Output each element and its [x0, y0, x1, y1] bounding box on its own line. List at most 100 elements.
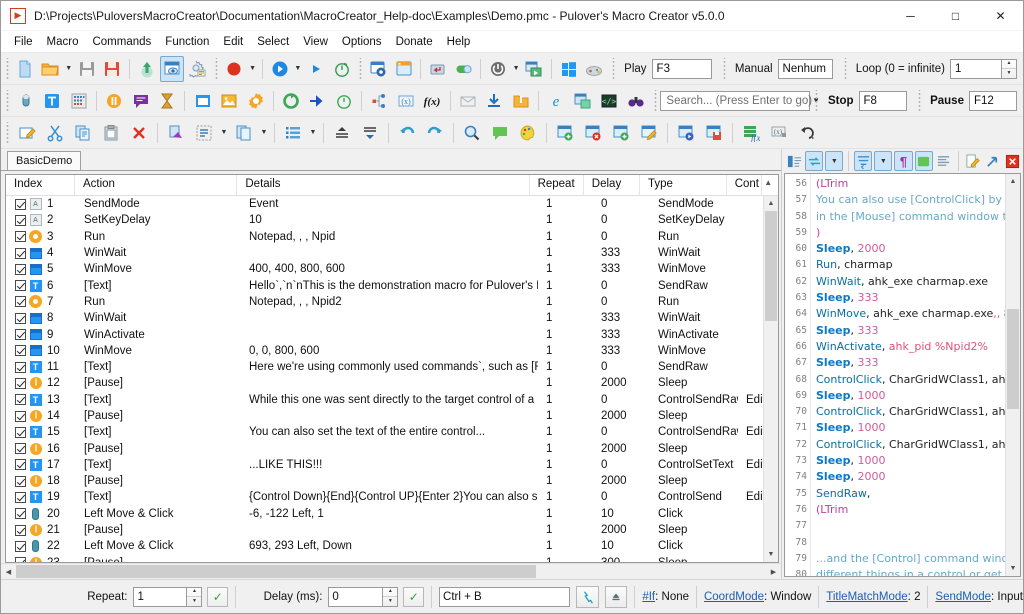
toolbar2-grip-2[interactable]	[652, 90, 659, 112]
row-type-cell[interactable]: ControlSend	[650, 491, 738, 503]
toggle-switch-button[interactable]	[452, 56, 475, 82]
grid-header-index[interactable]: Index	[6, 175, 75, 195]
row-type-cell[interactable]: SendRaw	[650, 280, 738, 292]
preview-script-button[interactable]	[160, 56, 183, 82]
toolbar-grip-4[interactable]	[610, 58, 616, 80]
code-line[interactable]: ControlClick, CharGridWClass1, ah	[811, 437, 1020, 453]
copy-button[interactable]	[70, 120, 96, 146]
power-dropdown-icon[interactable]: ▼	[511, 56, 522, 82]
row-delay-cell[interactable]: 10	[593, 508, 650, 520]
row-type-cell[interactable]: WinMove	[650, 345, 738, 357]
row-index-cell[interactable]: 10	[6, 344, 76, 357]
table-row[interactable]: 8WinWait1333WinWait	[6, 310, 778, 326]
code-scroll-track[interactable]	[1006, 189, 1020, 561]
row-delay-cell[interactable]: 0	[593, 214, 650, 226]
power-button[interactable]	[486, 56, 509, 82]
menu-item-donate[interactable]: Donate	[389, 33, 440, 51]
hourglass-command-button[interactable]	[155, 88, 179, 114]
loop-count-stepper[interactable]: ▲▼	[1002, 59, 1017, 79]
row-action-cell[interactable]: WinMove	[76, 263, 241, 275]
row-repeat-cell[interactable]: 1	[538, 508, 593, 520]
row-index-cell[interactable]: T19	[6, 491, 76, 504]
row-delay-cell[interactable]: 333	[593, 312, 650, 324]
row-delay-cell[interactable]: 300	[593, 557, 650, 562]
row-type-cell[interactable]: ControlSendRaw	[650, 394, 738, 406]
row-index-cell[interactable]: ||14	[6, 410, 76, 423]
row-index-cell[interactable]: ||21	[6, 524, 76, 537]
grid-body[interactable]: A1SendModeEvent10SendModeA2SetKeyDelay10…	[6, 196, 778, 562]
play-hotkey-input[interactable]: F3	[652, 59, 712, 79]
row-action-cell[interactable]: [Text]	[76, 280, 241, 292]
hscroll-track[interactable]	[16, 564, 766, 579]
row-enabled-checkbox[interactable]	[15, 508, 26, 519]
duplicate-dropdown-icon[interactable]: ▼	[258, 120, 270, 146]
sendmode-link[interactable]: SendMode	[935, 591, 991, 603]
table-row[interactable]: T11[Text]Here we're using commonly used …	[6, 359, 778, 375]
table-row[interactable]: 7RunNotepad, , , Npid210Run	[6, 294, 778, 310]
grid-horizontal-scrollbar[interactable]: ◀ ▶	[1, 563, 781, 579]
manual-hotkey-input[interactable]: Nenhum	[778, 59, 833, 79]
toolbar3-grip[interactable]	[4, 122, 11, 144]
row-index-cell[interactable]: T17	[6, 458, 76, 471]
hotkey-picker-button[interactable]	[576, 586, 599, 608]
repeat-input[interactable]: 1	[133, 587, 187, 607]
grid-header-repeat[interactable]: Repeat	[530, 175, 584, 195]
row-action-cell[interactable]: Left Move & Click	[76, 508, 241, 520]
code-line[interactable]: different things in a control or get i	[811, 567, 1020, 576]
menu-item-macro[interactable]: Macro	[40, 33, 86, 51]
table-row[interactable]: A1SendModeEvent10SendMode	[6, 196, 778, 212]
loop-count-input[interactable]: 1	[950, 59, 1002, 79]
row-details-cell[interactable]: {Control Down}{End}{Control UP}{Enter 2}…	[241, 491, 538, 503]
row-details-cell[interactable]: Event	[241, 198, 538, 210]
move-down-button[interactable]	[357, 120, 383, 146]
row-enabled-checkbox[interactable]	[15, 313, 26, 324]
code-line[interactable]: ...and the [Control] command wind	[811, 551, 1020, 567]
open-file-dropdown-icon[interactable]: ▼	[63, 56, 74, 82]
status-sendmode[interactable]: SendMode: Input	[935, 591, 1023, 603]
row-delay-cell[interactable]: 0	[593, 231, 650, 243]
script-wordwrap-dropdown-icon[interactable]: ▼	[874, 151, 892, 171]
row-type-cell[interactable]: Click	[650, 508, 738, 520]
row-details-cell[interactable]: Notepad, , , Npid	[241, 231, 538, 243]
row-repeat-cell[interactable]: 1	[538, 296, 593, 308]
add-window-button[interactable]	[552, 120, 578, 146]
code-line[interactable]: WinMove, ahk_exe charmap.exe,, 8	[811, 306, 1020, 322]
color-palette-button[interactable]	[515, 120, 541, 146]
play-button[interactable]	[268, 56, 291, 82]
row-enabled-checkbox[interactable]	[15, 280, 26, 291]
scroll-thumb[interactable]	[765, 211, 777, 321]
send-keys-button[interactable]	[426, 56, 449, 82]
row-action-cell[interactable]: [Text]	[76, 426, 241, 438]
row-action-cell[interactable]: [Text]	[76, 361, 241, 373]
row-index-cell[interactable]: T11	[6, 361, 76, 374]
row-enabled-checkbox[interactable]	[15, 411, 26, 422]
menu-item-view[interactable]: View	[296, 33, 335, 51]
code-line[interactable]: ControlClick, CharGridWClass1, ah	[811, 372, 1020, 388]
row-index-cell[interactable]: ||16	[6, 442, 76, 455]
row-enabled-checkbox[interactable]	[15, 231, 26, 242]
table-row[interactable]: A2SetKeyDelay1010SetKeyDelay	[6, 212, 778, 228]
row-type-cell[interactable]: ControlSendRaw	[650, 426, 738, 438]
row-action-cell[interactable]: [Pause]	[76, 410, 241, 422]
row-enabled-checkbox[interactable]	[15, 362, 26, 373]
code-line[interactable]: Sleep, 1000	[811, 388, 1020, 404]
table-row[interactable]: 5WinMove400, 400, 800, 6001333WinMove	[6, 261, 778, 277]
row-enabled-checkbox[interactable]	[15, 492, 26, 503]
code-line[interactable]: (LTrim	[811, 176, 1020, 192]
row-repeat-cell[interactable]: 1	[538, 263, 593, 275]
table-row[interactable]: ||14[Pause]12000Sleep	[6, 408, 778, 424]
new-window-button[interactable]	[392, 56, 415, 82]
row-repeat-cell[interactable]: 1	[538, 312, 593, 324]
code-line[interactable]: (LTrim	[811, 502, 1020, 518]
hotkey-input[interactable]: Ctrl + B	[439, 587, 570, 607]
row-action-cell[interactable]: [Pause]	[76, 475, 241, 487]
delay-input[interactable]: 0	[328, 587, 383, 607]
script-settings-button[interactable]	[186, 56, 209, 82]
toolbar2-grip-3[interactable]	[813, 90, 820, 112]
row-enabled-checkbox[interactable]	[15, 329, 26, 340]
row-delay-cell[interactable]: 0	[593, 491, 650, 503]
row-details-cell[interactable]: While this one was sent directly to the …	[241, 394, 538, 406]
table-row[interactable]: 10WinMove0, 0, 800, 6001333WinMove	[6, 343, 778, 359]
row-details-cell[interactable]: 693, 293 Left, Down	[241, 540, 538, 552]
keyboard-command-button[interactable]	[67, 88, 91, 114]
